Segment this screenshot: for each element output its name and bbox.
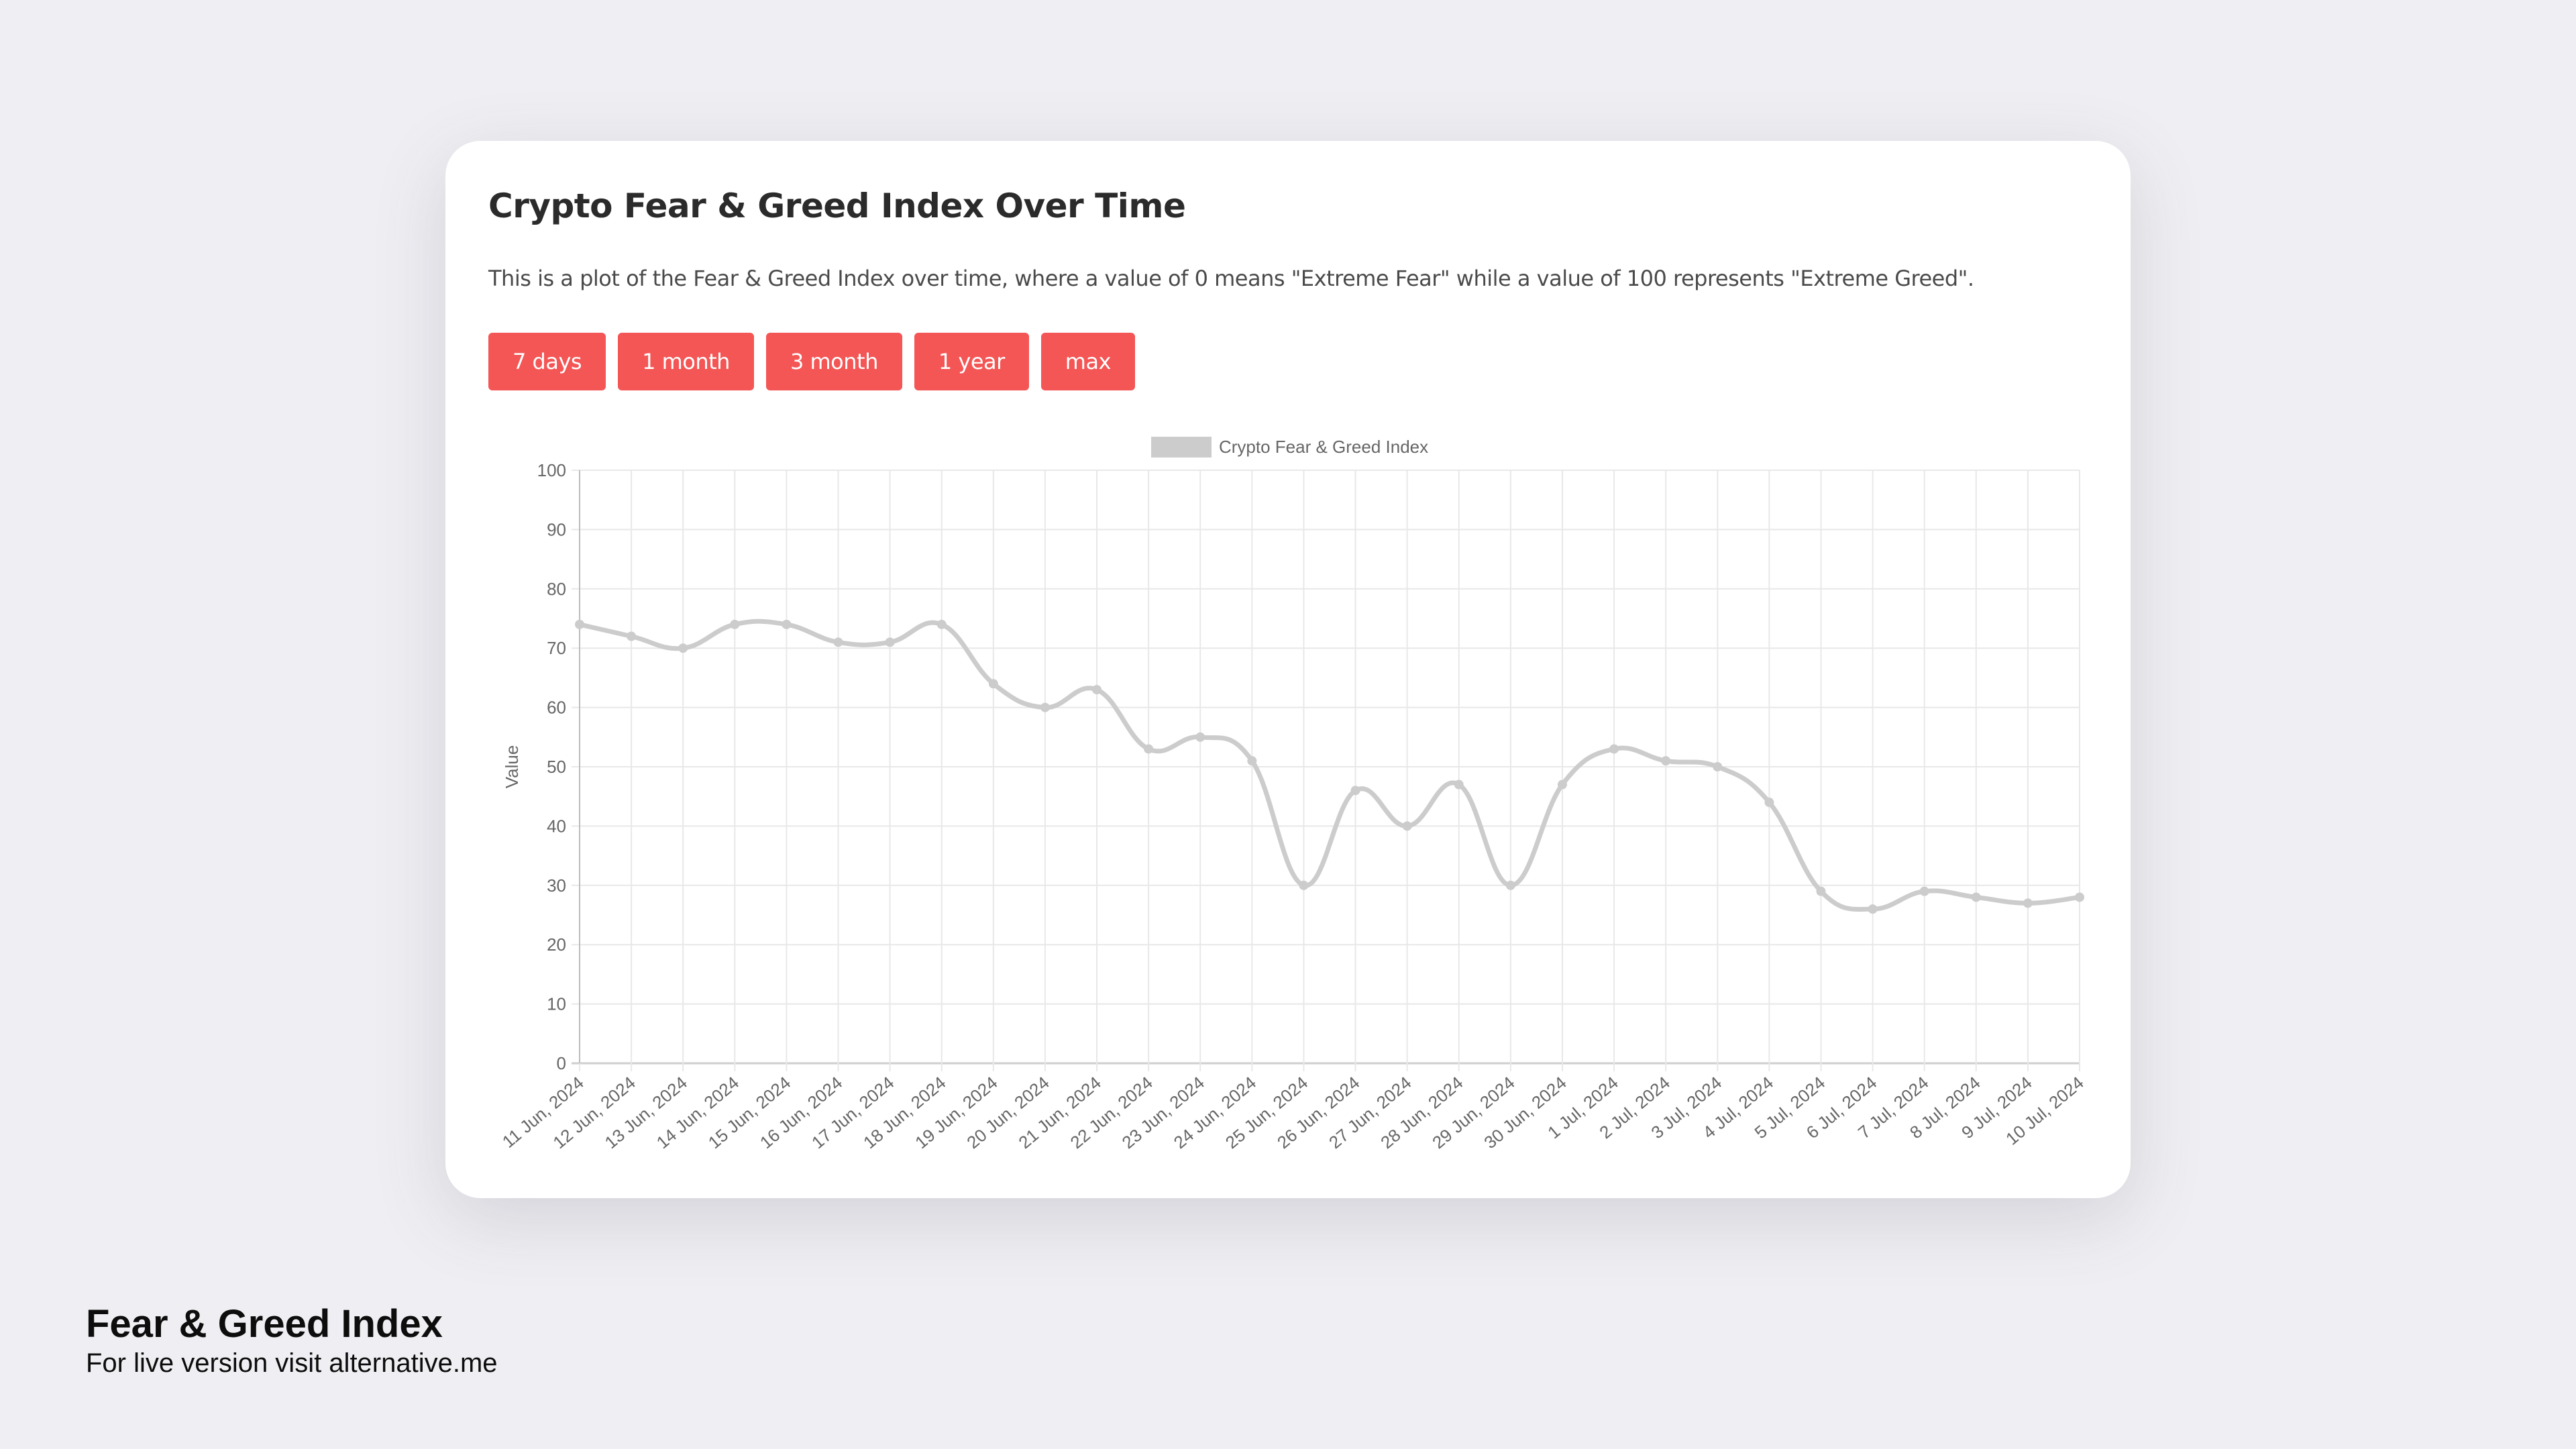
data-point (1040, 702, 1050, 712)
y-tick-label: 0 (557, 1053, 566, 1073)
data-point (2075, 892, 2084, 902)
data-point (1816, 886, 1826, 896)
data-point (1713, 762, 1723, 771)
data-point (988, 679, 998, 689)
legend[interactable]: Crypto Fear & Greed Index (1151, 437, 1428, 458)
data-point (1971, 892, 1981, 902)
data-point (1144, 744, 1154, 754)
data-point (627, 631, 637, 641)
y-tick-label: 30 (547, 875, 566, 896)
y-tick-label: 50 (547, 757, 566, 777)
data-point (1557, 780, 1567, 790)
data-point (730, 619, 740, 629)
data-point (1505, 880, 1515, 890)
data-point (1092, 685, 1102, 695)
footer-subtitle: For live version visit alternative.me (86, 1348, 498, 1378)
y-tick-label: 60 (547, 698, 566, 718)
data-point (678, 643, 688, 653)
data-point (833, 637, 843, 647)
footer-title: Fear & Greed Index (86, 1302, 443, 1346)
legend-swatch (1151, 437, 1212, 458)
data-point (1919, 886, 1929, 896)
data-point (1350, 786, 1360, 796)
data-point (1299, 880, 1309, 890)
y-tick-label: 70 (547, 638, 566, 658)
y-tick-label: 20 (547, 934, 566, 955)
data-point (1868, 904, 1878, 914)
x-tick-labels: 11 Jun, 202412 Jun, 202413 Jun, 202414 J… (498, 1073, 2088, 1153)
fear-greed-line-chart: Crypto Fear & Greed Index Value 0 10 20 30 4… (498, 437, 2088, 1153)
y-tick-label: 80 (547, 579, 566, 599)
data-point (1661, 756, 1671, 766)
data-point (575, 619, 584, 629)
data-point (1247, 756, 1257, 766)
data-point (1454, 780, 1464, 790)
data-point (782, 619, 792, 629)
data-point (1402, 821, 1412, 831)
data-point (1764, 798, 1774, 808)
y-tick-label: 90 (547, 519, 566, 539)
data-point (2023, 898, 2033, 908)
y-tick-label: 10 (547, 994, 566, 1014)
y-tick-label: 100 (537, 460, 566, 480)
y-tick-label: 40 (547, 816, 566, 836)
data-point (885, 637, 895, 647)
data-point (936, 619, 947, 629)
grid (572, 470, 2080, 1071)
legend-label: Crypto Fear & Greed Index (1219, 437, 1428, 457)
data-point (1609, 744, 1619, 754)
y-tick-labels: 0 10 20 30 40 50 60 70 80 90 100 (537, 460, 566, 1073)
y-axis-label: Value (502, 745, 522, 789)
data-point (1195, 732, 1205, 742)
series-line (579, 619, 2080, 912)
